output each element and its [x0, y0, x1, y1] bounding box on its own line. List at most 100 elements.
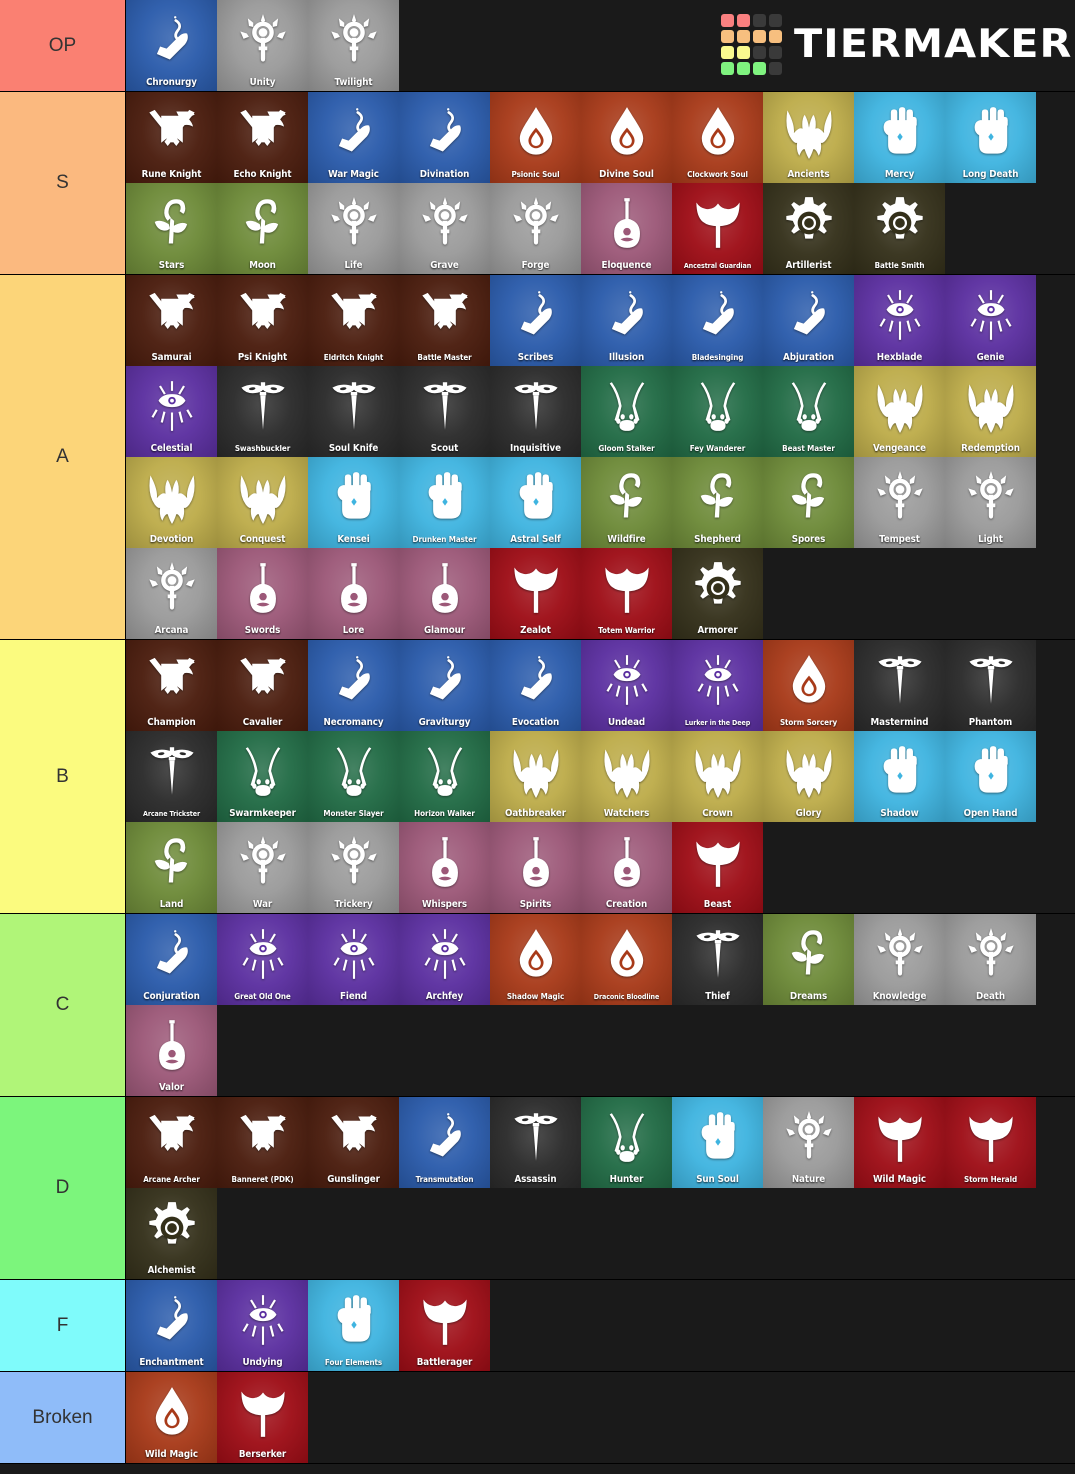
tier-item[interactable]: Battle Smith	[854, 183, 945, 274]
tier-item[interactable]: Death	[945, 914, 1036, 1005]
tier-item[interactable]: Devotion	[126, 457, 217, 548]
tier-item[interactable]: Scout	[399, 366, 490, 457]
tier-item[interactable]: Knowledge	[854, 914, 945, 1005]
tier-item[interactable]: Graviturgy	[399, 640, 490, 731]
tier-label-f[interactable]: F	[0, 1280, 126, 1371]
tier-item[interactable]: Mastermind	[854, 640, 945, 731]
tier-item[interactable]: Wild Magic	[126, 1372, 217, 1463]
tier-item[interactable]: Gunslinger	[308, 1097, 399, 1188]
tier-item[interactable]: Chronurgy	[126, 0, 217, 91]
tier-item[interactable]: Wild Magic	[854, 1097, 945, 1188]
tier-label-s[interactable]: S	[0, 92, 126, 274]
tier-item[interactable]: Grave	[399, 183, 490, 274]
tier-item[interactable]: Conquest	[217, 457, 308, 548]
tier-item[interactable]: Arcane Archer	[126, 1097, 217, 1188]
tier-item[interactable]: Kensei	[308, 457, 399, 548]
tier-item[interactable]: Moon	[217, 183, 308, 274]
tier-item[interactable]: Tempest	[854, 457, 945, 548]
tier-label-b[interactable]: B	[0, 640, 126, 913]
tier-item[interactable]: Battlerager	[399, 1280, 490, 1371]
tier-item[interactable]: Beast	[672, 822, 763, 913]
tier-item[interactable]: Archfey	[399, 914, 490, 1005]
tier-item[interactable]: Vengeance	[854, 366, 945, 457]
tier-item[interactable]: Clockwork Soul	[672, 92, 763, 183]
tier-item[interactable]: Dreams	[763, 914, 854, 1005]
tier-item[interactable]: Artillerist	[763, 183, 854, 274]
tier-item[interactable]: Cavalier	[217, 640, 308, 731]
tier-item[interactable]: Oathbreaker	[490, 731, 581, 822]
tier-item[interactable]: Inquisitive	[490, 366, 581, 457]
tiermaker-logo[interactable]: TIERMAKER	[721, 14, 1072, 75]
tier-item[interactable]: Life	[308, 183, 399, 274]
tier-item[interactable]: Glory	[763, 731, 854, 822]
tier-item[interactable]: Spores	[763, 457, 854, 548]
tier-item[interactable]: Necromancy	[308, 640, 399, 731]
tier-item[interactable]: Land	[126, 822, 217, 913]
tier-item[interactable]: Undead	[581, 640, 672, 731]
tier-item[interactable]: Samurai	[126, 275, 217, 366]
tier-item[interactable]: Hunter	[581, 1097, 672, 1188]
tier-item[interactable]: Armorer	[672, 548, 763, 639]
tier-item[interactable]: Hexblade	[854, 275, 945, 366]
tier-item[interactable]: Banneret (PDK)	[217, 1097, 308, 1188]
tier-item[interactable]: Assassin	[490, 1097, 581, 1188]
tier-item[interactable]: Drunken Master	[399, 457, 490, 548]
tier-item[interactable]: Totem Warrior	[581, 548, 672, 639]
tier-item[interactable]: Glamour	[399, 548, 490, 639]
tier-item[interactable]: Evocation	[490, 640, 581, 731]
tier-item[interactable]: Nature	[763, 1097, 854, 1188]
tier-item[interactable]: Transmutation	[399, 1097, 490, 1188]
tier-item[interactable]: Ancients	[763, 92, 854, 183]
tier-item[interactable]: Mercy	[854, 92, 945, 183]
tier-item[interactable]: Phantom	[945, 640, 1036, 731]
tier-item[interactable]: Psi Knight	[217, 275, 308, 366]
tier-item[interactable]: Unity	[217, 0, 308, 91]
tier-item[interactable]: Divine Soul	[581, 92, 672, 183]
tier-item[interactable]: Long Death	[945, 92, 1036, 183]
tier-item[interactable]: Scribes	[490, 275, 581, 366]
tier-item[interactable]: Arcane Trickster	[126, 731, 217, 822]
tier-item[interactable]: Valor	[126, 1005, 217, 1096]
tier-item[interactable]: Bladesinging	[672, 275, 763, 366]
tier-label-a[interactable]: A	[0, 275, 126, 639]
tier-item[interactable]: Four Elements	[308, 1280, 399, 1371]
tier-item[interactable]: Astral Self	[490, 457, 581, 548]
tier-item[interactable]: Abjuration	[763, 275, 854, 366]
tier-item[interactable]: Swarmkeeper	[217, 731, 308, 822]
tier-item[interactable]: Illusion	[581, 275, 672, 366]
tier-item[interactable]: Gloom Stalker	[581, 366, 672, 457]
tier-label-d[interactable]: D	[0, 1097, 126, 1279]
tier-label-broken[interactable]: Broken	[0, 1372, 126, 1463]
tier-item[interactable]: Divination	[399, 92, 490, 183]
tier-item[interactable]: Fey Wanderer	[672, 366, 763, 457]
tier-item[interactable]: Eldritch Knight	[308, 275, 399, 366]
tier-item[interactable]: Psionic Soul	[490, 92, 581, 183]
tier-item[interactable]: Draconic Bloodline	[581, 914, 672, 1005]
tier-item[interactable]: Ancestral Guardian	[672, 183, 763, 274]
tier-item[interactable]: Conjuration	[126, 914, 217, 1005]
tier-item[interactable]: Stars	[126, 183, 217, 274]
tier-item[interactable]: Beast Master	[763, 366, 854, 457]
tier-item[interactable]: Arcana	[126, 548, 217, 639]
tier-item[interactable]: Horizon Walker	[399, 731, 490, 822]
tier-item[interactable]: Sun Soul	[672, 1097, 763, 1188]
tier-item[interactable]: Whispers	[399, 822, 490, 913]
tier-item[interactable]: Crown	[672, 731, 763, 822]
tier-item[interactable]: Thief	[672, 914, 763, 1005]
tier-item[interactable]: Undying	[217, 1280, 308, 1371]
tier-item[interactable]: Fiend	[308, 914, 399, 1005]
tier-item[interactable]: Twilight	[308, 0, 399, 91]
tier-item[interactable]: Eloquence	[581, 183, 672, 274]
tier-item[interactable]: Swords	[217, 548, 308, 639]
tier-item[interactable]: Lurker in the Deep	[672, 640, 763, 731]
tier-item[interactable]: Champion	[126, 640, 217, 731]
tier-item[interactable]: Genie	[945, 275, 1036, 366]
tier-item[interactable]: Shepherd	[672, 457, 763, 548]
tier-item[interactable]: Open Hand	[945, 731, 1036, 822]
tier-item[interactable]: Shadow	[854, 731, 945, 822]
tier-item[interactable]: Light	[945, 457, 1036, 548]
tier-item[interactable]: Alchemist	[126, 1188, 217, 1279]
tier-item[interactable]: Swashbuckler	[217, 366, 308, 457]
tier-item[interactable]: Echo Knight	[217, 92, 308, 183]
tier-item[interactable]: Shadow Magic	[490, 914, 581, 1005]
